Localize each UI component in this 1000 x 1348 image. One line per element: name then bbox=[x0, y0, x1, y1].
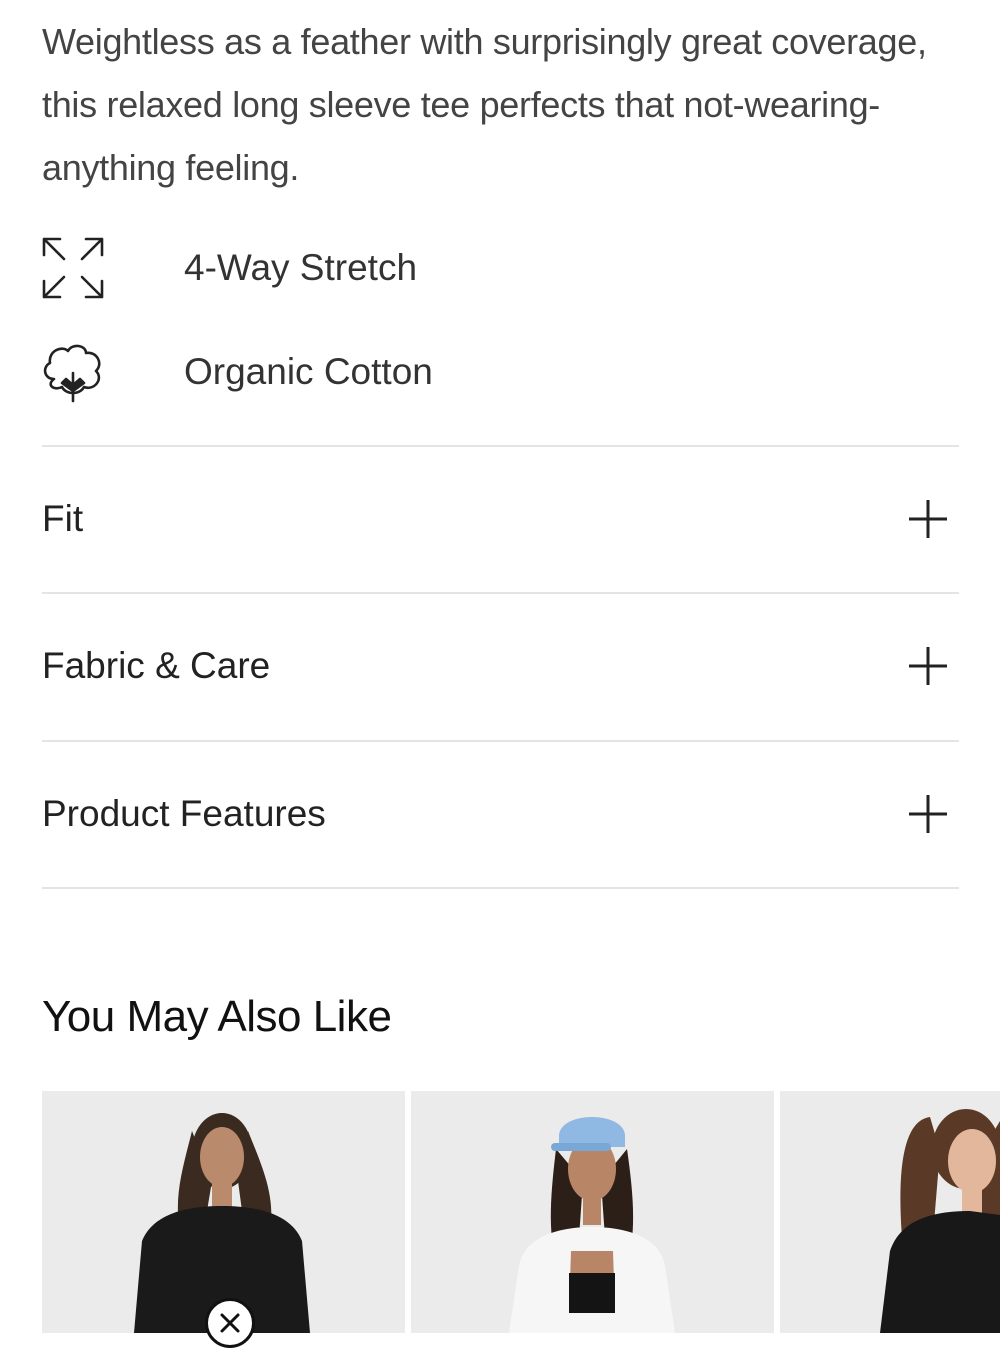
product-image bbox=[780, 1091, 1000, 1333]
feature-cotton: Organic Cotton bbox=[40, 339, 433, 405]
accordion-fit[interactable]: Fit bbox=[42, 447, 959, 591]
section-title: You May Also Like bbox=[42, 992, 392, 1041]
close-button[interactable] bbox=[205, 1298, 255, 1348]
product-description: Weightless as a feather with surprisingl… bbox=[42, 21, 927, 188]
accordion-label: Product Features bbox=[42, 793, 326, 834]
feature-label: 4-Way Stretch bbox=[184, 247, 418, 288]
feature-label: Organic Cotton bbox=[184, 351, 433, 392]
product-card-2[interactable] bbox=[411, 1091, 774, 1333]
cotton-boll-icon bbox=[40, 339, 106, 405]
plus-icon[interactable] bbox=[907, 793, 949, 835]
close-icon[interactable] bbox=[218, 1311, 242, 1335]
accordion-fabric-care[interactable]: Fabric & Care bbox=[42, 594, 959, 738]
product-card-3[interactable] bbox=[780, 1091, 1000, 1333]
divider bbox=[42, 887, 959, 889]
accordion-product-features[interactable]: Product Features bbox=[42, 742, 959, 886]
plus-icon[interactable] bbox=[907, 498, 949, 540]
product-image bbox=[42, 1091, 405, 1333]
product-image bbox=[411, 1091, 774, 1333]
accordion-label: Fit bbox=[42, 498, 84, 539]
accordion-label: Fabric & Care bbox=[42, 645, 271, 686]
feature-stretch: 4-Way Stretch bbox=[40, 235, 417, 301]
stretch-arrows-icon bbox=[40, 235, 106, 301]
product-card-1[interactable] bbox=[42, 1091, 405, 1333]
plus-icon[interactable] bbox=[907, 645, 949, 687]
